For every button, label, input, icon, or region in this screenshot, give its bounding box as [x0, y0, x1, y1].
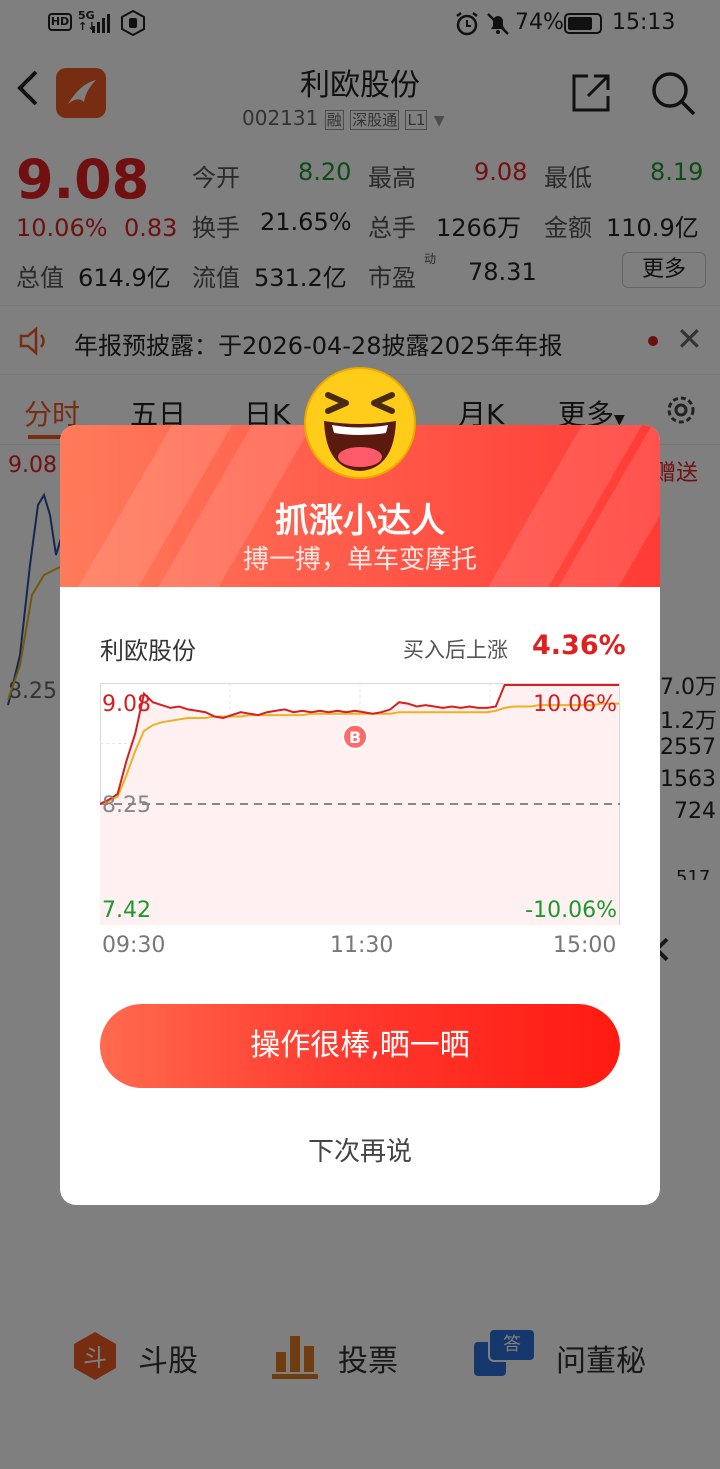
modal-title: 抓涨小达人	[275, 501, 445, 541]
y-label-bottom: 7.42	[102, 898, 151, 923]
pct-label-bottom: -10.06%	[525, 898, 617, 923]
later-button[interactable]: 下次再说	[60, 1131, 660, 1168]
laughing-emoji-icon	[304, 367, 416, 479]
x-label-open: 09:30	[102, 933, 166, 958]
modal-subtitle: 搏一搏，单车变摩托	[242, 545, 477, 575]
x-label-close: 15:00	[553, 933, 617, 958]
modal-stock-name: 利欧股份	[100, 637, 196, 665]
share-button[interactable]: 操作很棒,晒一晒	[100, 1004, 620, 1088]
rise-label: 买入后上涨	[403, 638, 508, 662]
rise-value: 4.36%	[532, 630, 626, 661]
y-label-top: 9.08	[102, 692, 151, 717]
buy-point-marker: B	[342, 723, 369, 750]
share-modal: 抓涨小达人 搏一搏，单车变摩托 利欧股份 买入后上涨 4.36% B 9.08 …	[60, 367, 660, 1205]
buy-marker-label: B	[349, 728, 361, 747]
intraday-chart: B 9.08 8.25 7.42 10.06% -10.06%	[100, 683, 620, 925]
x-label-mid: 11:30	[330, 933, 394, 958]
pct-label-top: 10.06%	[533, 692, 617, 717]
y-label-mid: 8.25	[102, 793, 151, 818]
